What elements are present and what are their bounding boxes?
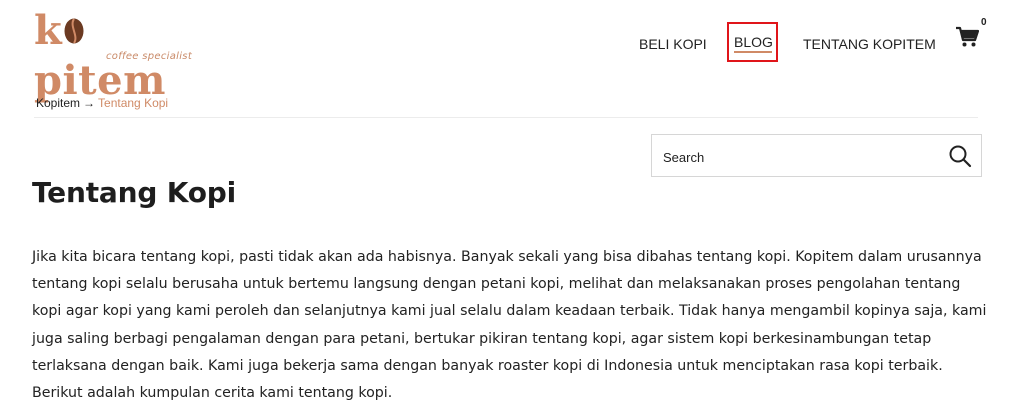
cart-count-badge: 0 <box>981 17 987 28</box>
breadcrumb-separator: → <box>83 96 96 110</box>
nav-tentang-kopitem[interactable]: TENTANG KOPITEM <box>803 33 936 55</box>
breadcrumb-current: Tentang Kopi <box>98 96 169 110</box>
page-title: Tentang Kopi <box>32 176 236 209</box>
logo-tagline: coffee specialist <box>106 51 193 62</box>
intro-paragraph: Jika kita bicara tentang kopi, pasti tid… <box>32 249 987 402</box>
divider <box>34 117 978 118</box>
nav-beli-kopi[interactable]: BELI KOPI <box>639 33 707 55</box>
nav-blog[interactable]: BLOG <box>734 31 773 53</box>
nav-blog-underline <box>734 51 772 53</box>
breadcrumb: Kopitem → Tentang Kopi <box>36 96 168 110</box>
search-icon[interactable] <box>948 144 972 168</box>
coffee-bean-icon <box>64 18 84 44</box>
search-box <box>651 134 982 177</box>
shopping-cart-icon[interactable] <box>955 26 979 48</box>
breadcrumb-home[interactable]: Kopitem <box>36 96 80 110</box>
search-input[interactable] <box>661 146 935 168</box>
site-logo[interactable]: k pitem coffee specialist <box>34 6 204 104</box>
